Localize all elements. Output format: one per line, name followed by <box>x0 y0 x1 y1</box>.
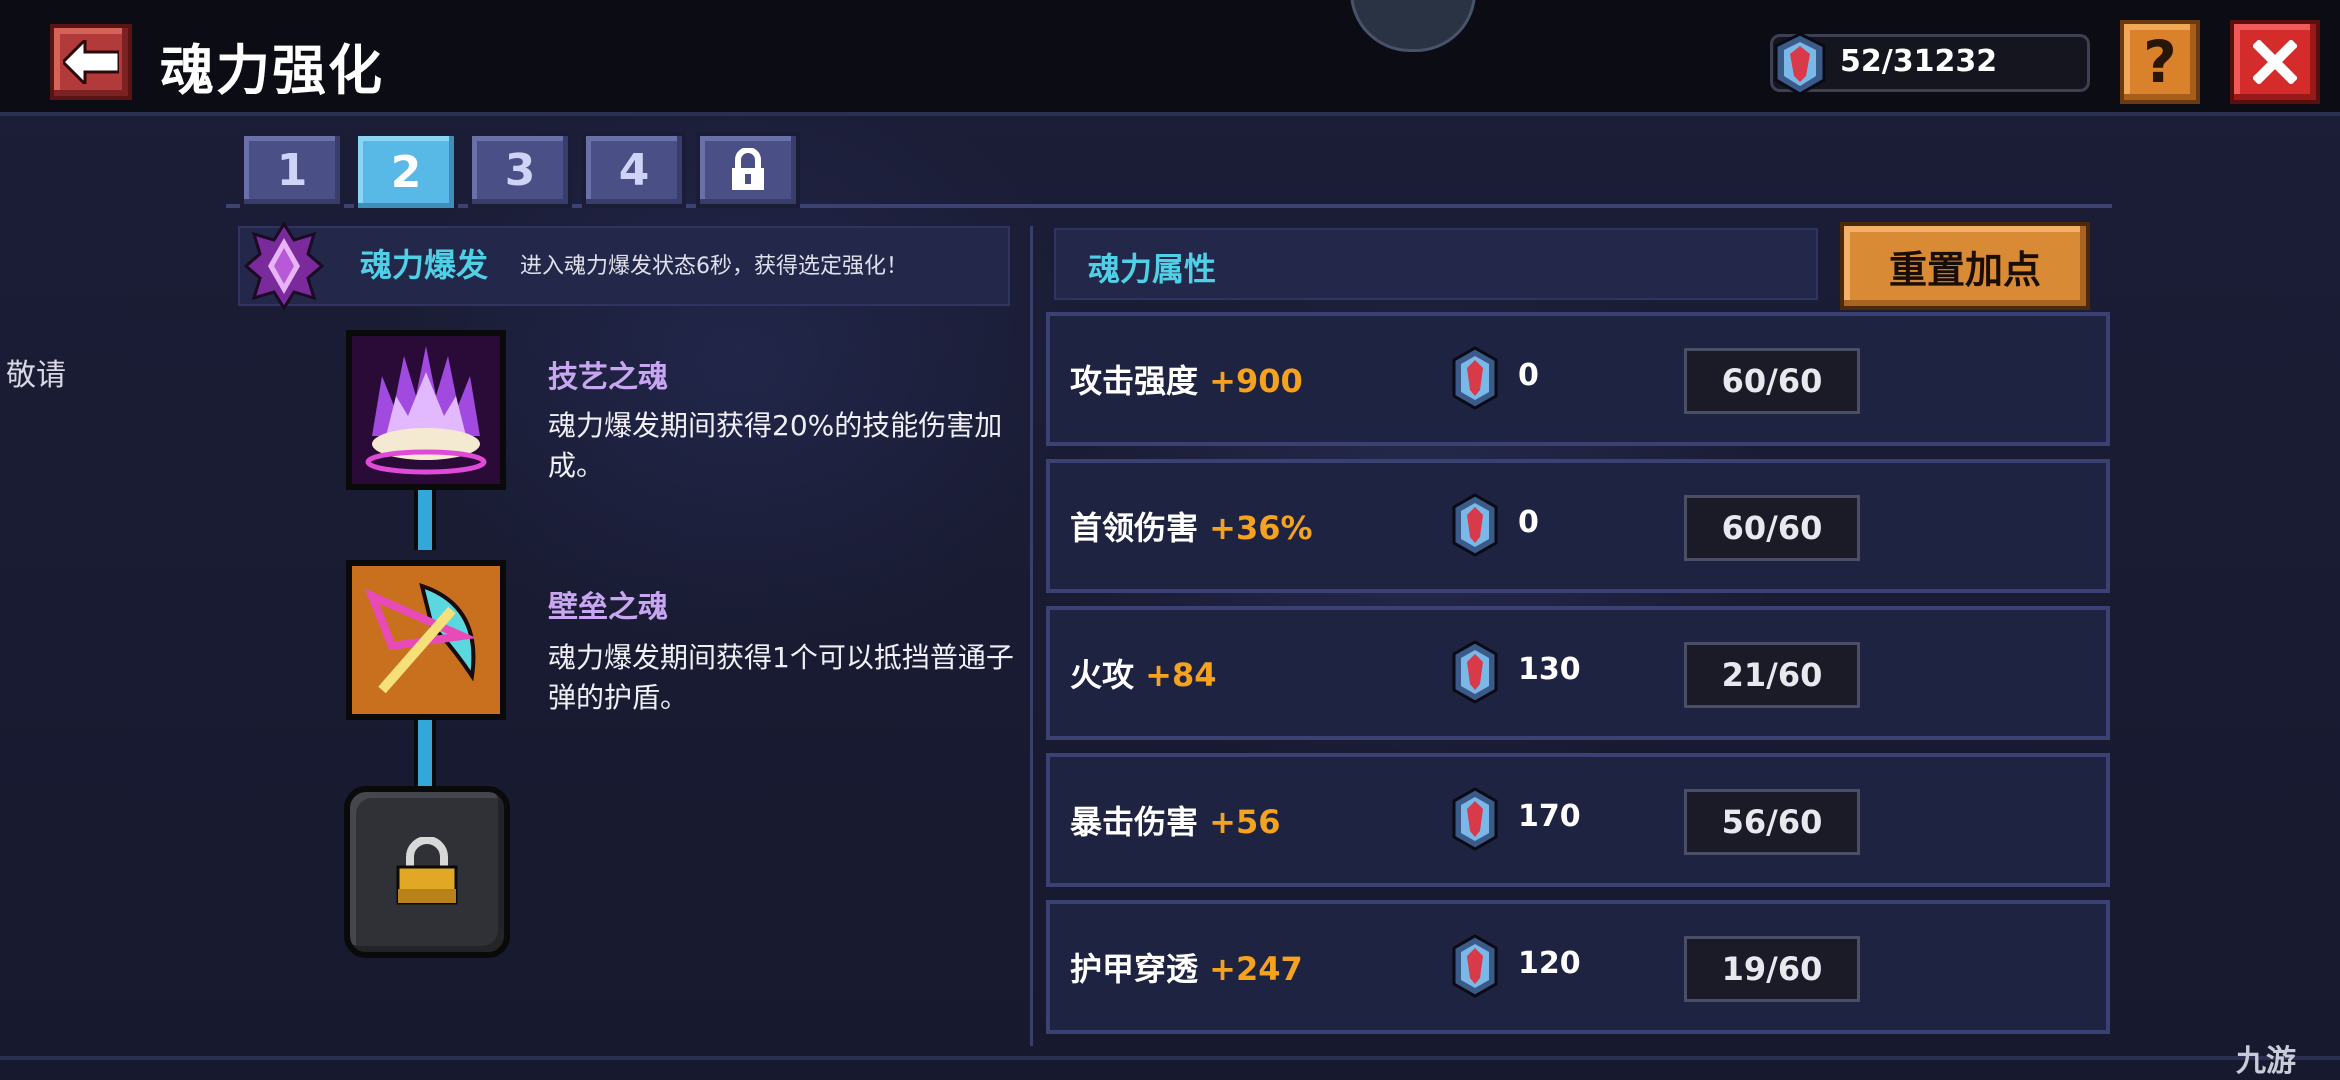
panel-divider <box>1030 226 1033 1046</box>
soul-gem-icon <box>1452 493 1498 557</box>
skill-node-1[interactable] <box>346 330 506 490</box>
attribute-cost: 120 <box>1518 946 1581 981</box>
attribute-cost: 130 <box>1518 652 1581 687</box>
soul-burst-icon <box>244 222 324 310</box>
attribute-label: 首领伤害 +36% <box>1070 503 1313 549</box>
attribute-name: 火攻 <box>1070 656 1135 694</box>
attributes-title: 魂力属性 <box>1088 250 1217 288</box>
attribute-bonus: +247 <box>1209 950 1303 988</box>
skill-node-2[interactable] <box>346 560 506 720</box>
attribute-name: 暴击伤害 <box>1070 803 1199 841</box>
attribute-level: 21/60 <box>1684 642 1860 708</box>
attribute-level: 56/60 <box>1684 789 1860 855</box>
skill-desc-2: 魂力爆发期间获得1个可以抵挡普通子弹的护盾。 <box>548 641 1014 714</box>
attribute-bonus: +36% <box>1209 509 1313 547</box>
padlock-icon <box>396 837 458 905</box>
lock-icon <box>732 148 764 190</box>
attribute-cost: 170 <box>1518 799 1581 834</box>
skill-connector <box>414 720 436 786</box>
back-arrow-icon <box>63 40 119 84</box>
soul-gem-icon <box>1452 787 1498 851</box>
attribute-name: 首领伤害 <box>1070 509 1199 547</box>
close-button[interactable] <box>2230 20 2320 104</box>
attribute-row[interactable]: 暴击伤害 +56 170 56/60 <box>1046 753 2110 887</box>
back-button[interactable] <box>50 24 132 100</box>
soul-gem-icon <box>1452 640 1498 704</box>
soul-gem-icon <box>1452 934 1498 998</box>
skill-name-1: 技艺之魂 <box>548 360 668 395</box>
attribute-bonus: +84 <box>1145 656 1217 694</box>
burst-title: 魂力爆发 <box>360 246 489 284</box>
attribute-row[interactable]: 护甲穿透 +247 120 19/60 <box>1046 900 2110 1034</box>
attribute-row[interactable]: 首领伤害 +36% 0 60/60 <box>1046 459 2110 593</box>
tab-4[interactable]: 4 <box>582 132 686 208</box>
attribute-bonus: +900 <box>1209 362 1303 400</box>
attribute-label: 护甲穿透 +247 <box>1070 944 1303 990</box>
attribute-cost: 0 <box>1518 505 1539 540</box>
soul-gem-icon <box>1452 346 1498 410</box>
reset-points-button[interactable]: 重置加点 <box>1840 222 2090 310</box>
attribute-level: 60/60 <box>1684 348 1860 414</box>
tab-locked[interactable] <box>696 132 800 208</box>
attribute-level: 60/60 <box>1684 495 1860 561</box>
shield-arrow-icon <box>352 566 500 714</box>
attribute-name: 攻击强度 <box>1070 362 1199 400</box>
watermark: 九游 <box>2236 1044 2296 1079</box>
attribute-row[interactable]: 攻击强度 +900 0 60/60 <box>1046 312 2110 446</box>
tab-1[interactable]: 1 <box>240 132 344 208</box>
attribute-level: 19/60 <box>1684 936 1860 1002</box>
attribute-name: 护甲穿透 <box>1070 950 1199 988</box>
help-button[interactable]: ? <box>2120 20 2200 104</box>
purple-flame-icon <box>352 336 500 484</box>
attribute-label: 攻击强度 +900 <box>1070 356 1303 402</box>
soul-gem-icon <box>1774 32 1826 96</box>
skill-connector <box>414 490 436 550</box>
currency-amount: 52/31232 <box>1840 44 1998 79</box>
tab-3[interactable]: 3 <box>468 132 572 208</box>
attribute-bonus: +56 <box>1209 803 1281 841</box>
skill-node-locked[interactable] <box>344 786 510 958</box>
close-icon <box>2253 40 2297 84</box>
skill-name-2: 壁垒之魂 <box>548 590 668 625</box>
burst-description: 进入魂力爆发状态6秒，获得选定强化！ <box>520 254 908 279</box>
side-text: 敬请 <box>6 358 66 393</box>
attribute-label: 暴击伤害 +56 <box>1070 797 1281 843</box>
tab-2[interactable]: 2 <box>354 132 458 212</box>
page-title: 魂力强化 <box>160 39 384 102</box>
attribute-label: 火攻 +84 <box>1070 650 1217 696</box>
question-mark-icon: ? <box>2143 28 2177 96</box>
bottom-divider <box>0 1056 2340 1060</box>
attribute-cost: 0 <box>1518 358 1539 393</box>
skill-desc-1: 魂力爆发期间获得20%的技能伤害加成。 <box>548 409 1003 482</box>
attribute-row[interactable]: 火攻 +84 130 21/60 <box>1046 606 2110 740</box>
